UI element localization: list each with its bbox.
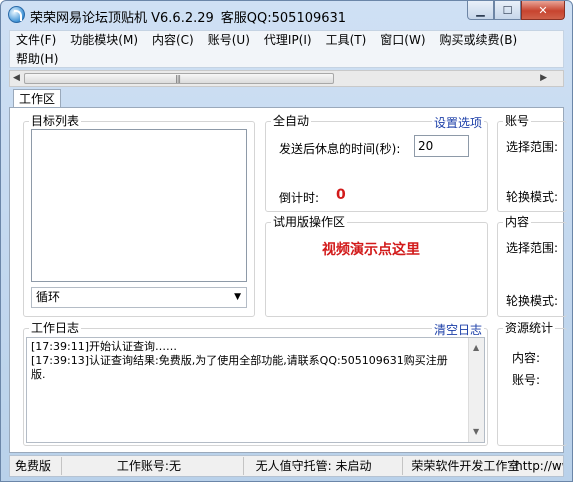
close-icon: ✕ — [538, 3, 548, 17]
window-title: 荣荣网易论坛顶贴机 V6.6.2.29 客服QQ:505109631 — [30, 7, 353, 26]
demo-video-link[interactable]: 视频演示点这里 — [322, 239, 420, 259]
app-icon — [8, 6, 25, 23]
log-line: [17:39:13]认证查询结果:免费版,为了使用全部功能,请联系QQ:5051… — [31, 354, 448, 381]
main-window: 荣荣网易论坛顶贴机 V6.6.2.29 客服QQ:505109631 ▁ ☐ ✕ … — [0, 0, 573, 482]
status-unattended: 无人值守托管: 未启动 — [244, 457, 404, 475]
auto-group: 全自动 设置选项 发送后休息的时间(秒): 20 倒计时: 0 — [265, 114, 488, 212]
scroll-right-icon[interactable]: ▶ — [540, 73, 547, 83]
trial-title: 试用版操作区 — [271, 215, 348, 229]
scroll-up-icon[interactable]: ▲ — [473, 341, 479, 355]
scroll-thumb[interactable]: ||| — [24, 73, 334, 84]
minimize-icon: ▁ — [476, 3, 485, 17]
menu-help[interactable]: 帮助(H) — [16, 50, 58, 69]
tab-strip: 工作区 — [9, 88, 564, 109]
settings-link[interactable]: 设置选项 — [431, 114, 484, 131]
account-range-label: 选择范围: — [506, 140, 559, 154]
content-group: 内容 选择范围: 轮换模式: — [497, 215, 567, 317]
resource-stats-title: 资源统计 — [503, 321, 556, 335]
target-listbox[interactable] — [31, 129, 247, 282]
account-group-title: 账号 — [503, 114, 532, 128]
window-controls: ▁ ☐ ✕ — [467, 1, 565, 21]
resource-account-label: 账号: — [512, 373, 541, 387]
countdown-label: 倒计时: — [279, 191, 320, 205]
loop-mode-select[interactable]: 循环 ▼ — [31, 287, 247, 308]
maximize-button[interactable]: ☐ — [494, 1, 521, 20]
close-button[interactable]: ✕ — [521, 1, 565, 20]
scroll-left-icon[interactable]: ◀ — [13, 73, 20, 83]
content-range-label: 选择范围: — [506, 241, 559, 255]
status-edition: 免费版 — [10, 457, 62, 475]
service-qq: 客服QQ:505109631 — [220, 11, 347, 26]
menu-proxy[interactable]: 代理IP(I) — [264, 31, 312, 50]
title-bar[interactable]: 荣荣网易论坛顶贴机 V6.6.2.29 客服QQ:505109631 ▁ ☐ ✕ — [1, 1, 572, 29]
work-log-group: 工作日志 清空日志 [17:39:11]开始认证查询…… [17:39:13]认… — [23, 321, 488, 446]
clear-log-link[interactable]: 清空日志 — [431, 321, 484, 338]
horizontal-scrollbar[interactable]: ◀ ||| ▶ — [9, 70, 564, 87]
status-url[interactable]: http://www — [515, 459, 563, 473]
maximize-icon: ☐ — [502, 3, 513, 17]
scroll-down-icon[interactable]: ▼ — [473, 425, 479, 439]
rest-time-label: 发送后休息的时间(秒): — [279, 142, 401, 156]
status-work-account: 工作账号:无 — [62, 457, 244, 475]
loop-mode-value: 循环 — [36, 290, 61, 304]
log-line: [17:39:11]开始认证查询…… — [31, 340, 177, 353]
status-developer: 荣荣软件开发工作室 — [411, 459, 520, 473]
menu-account[interactable]: 账号(U) — [208, 31, 250, 50]
target-list-title: 目标列表 — [29, 114, 82, 128]
chevron-down-icon: ▼ — [234, 292, 241, 302]
menu-content[interactable]: 内容(C) — [152, 31, 194, 50]
resource-content-label: 内容: — [512, 351, 541, 365]
content-rotate-label: 轮换模式: — [506, 294, 559, 308]
menu-window[interactable]: 窗口(W) — [380, 31, 425, 50]
countdown-value: 0 — [336, 187, 346, 203]
workspace-panel: 目标列表 循环 ▼ 全自动 设置选项 发送后休息的时间(秒): 20 倒计时: … — [9, 107, 567, 453]
minimize-button[interactable]: ▁ — [467, 1, 494, 20]
menu-modules[interactable]: 功能模块(M) — [70, 31, 138, 50]
content-group-title: 内容 — [503, 215, 532, 229]
menu-purchase[interactable]: 购买或续费(B) — [440, 31, 518, 50]
account-rotate-label: 轮换模式: — [506, 190, 559, 204]
app-title: 荣荣网易论坛顶贴机 V6.6.2.29 — [30, 11, 214, 26]
log-scrollbar[interactable]: ▲ ▼ — [468, 338, 484, 442]
work-log-title: 工作日志 — [29, 321, 82, 335]
status-footer: 荣荣软件开发工作室 http://www — [403, 457, 563, 475]
trial-group: 试用版操作区 视频演示点这里 — [265, 215, 488, 317]
tab-workspace[interactable]: 工作区 — [13, 89, 61, 109]
menu-tools[interactable]: 工具(T) — [326, 31, 367, 50]
menu-bar: 文件(F) 功能模块(M) 内容(C) 账号(U) 代理IP(I) 工具(T) … — [9, 30, 564, 68]
auto-title: 全自动 — [271, 114, 312, 128]
log-textarea[interactable]: [17:39:11]开始认证查询…… [17:39:13]认证查询结果:免费版,… — [26, 337, 485, 443]
target-list-group: 目标列表 循环 ▼ — [23, 114, 255, 317]
grip-icon: ||| — [175, 74, 181, 83]
menu-file[interactable]: 文件(F) — [16, 31, 56, 50]
resource-stats-group: 资源统计 内容: 账号: — [497, 321, 567, 446]
status-bar: 免费版 工作账号:无 无人值守托管: 未启动 荣荣软件开发工作室 http://… — [9, 455, 564, 477]
account-group: 账号 选择范围: 轮换模式: — [497, 114, 567, 212]
rest-time-input[interactable]: 20 — [414, 135, 469, 157]
